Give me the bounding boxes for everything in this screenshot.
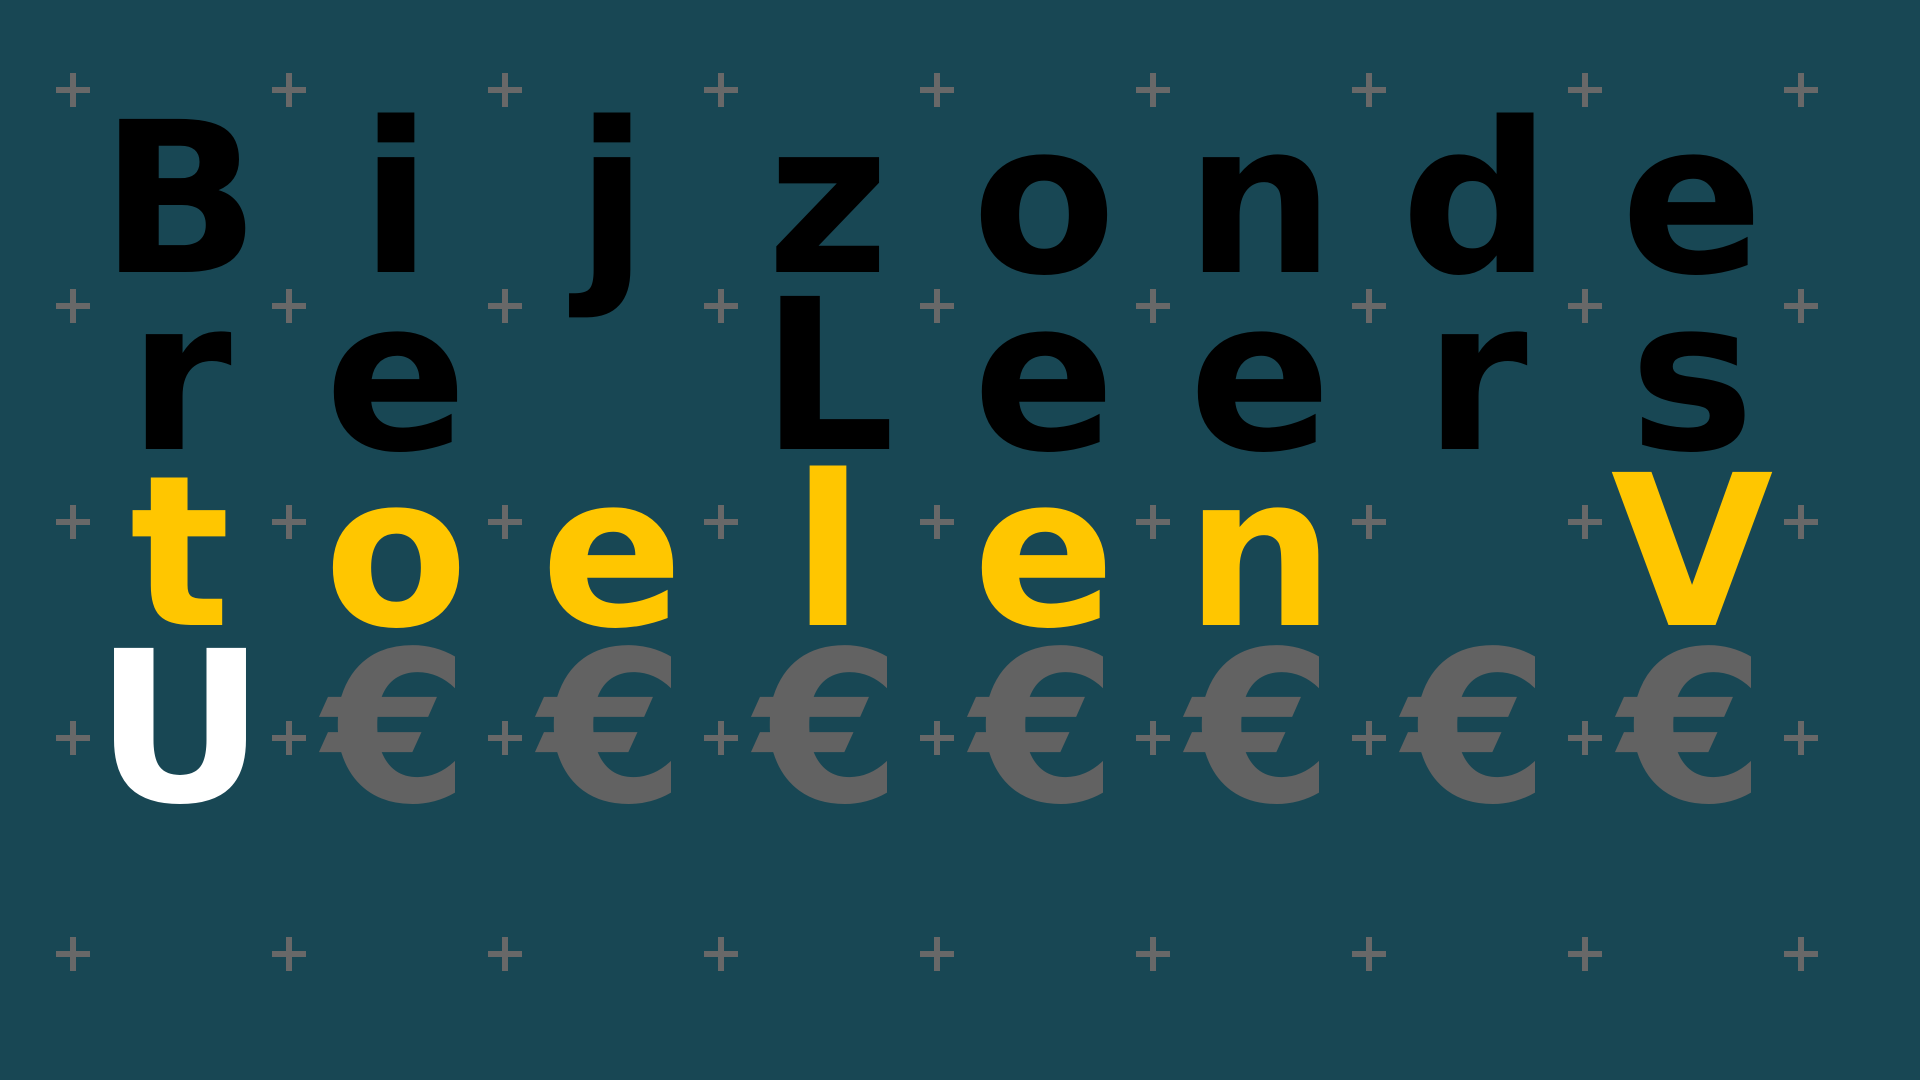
- grid-letter: €: [970, 606, 1118, 851]
- grid-letter: €: [1186, 606, 1334, 851]
- grid-letter: €: [322, 606, 470, 851]
- grid-letter: €: [754, 606, 902, 851]
- letter-grid: Bijzondere Leerstoelen V U € € € € € € €: [0, 0, 1920, 1080]
- letter-grid-canvas: Bijzondere Leerstoelen V U € € € € € € €: [0, 0, 1920, 1080]
- grid-letter: €: [538, 606, 686, 851]
- grid-letter: €: [1402, 606, 1550, 851]
- grid-letter: €: [1618, 606, 1766, 851]
- grid-letter: U: [94, 606, 266, 851]
